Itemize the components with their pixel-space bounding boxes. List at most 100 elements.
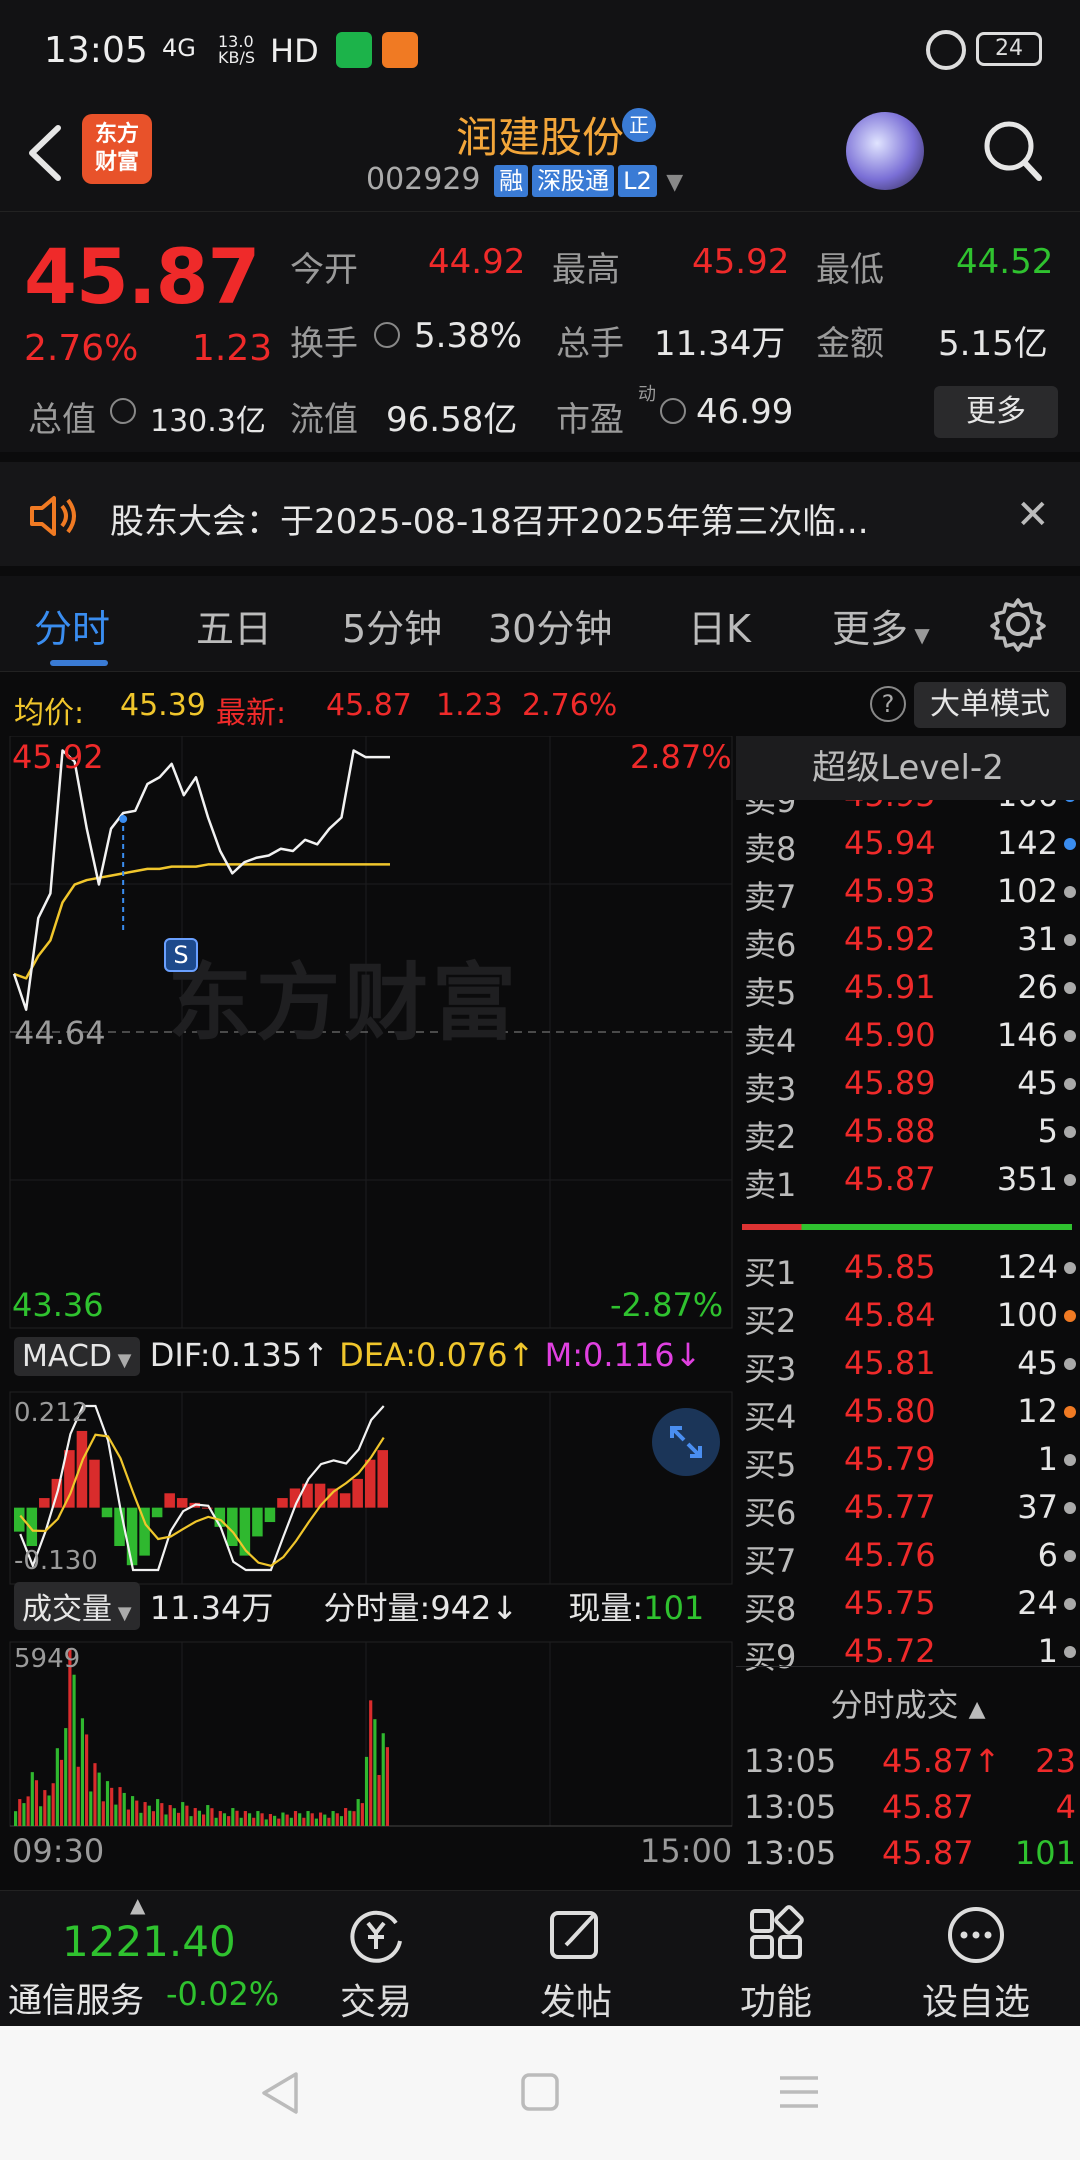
nav-menu-icon[interactable]	[778, 2074, 820, 2110]
order-dot-icon	[1064, 1550, 1076, 1562]
ask-row[interactable]: 卖5 45.91 26	[736, 962, 1080, 1012]
volume-bar	[281, 1812, 285, 1826]
info-icon[interactable]	[374, 322, 400, 348]
ask-row[interactable]: 卖945.95166	[736, 800, 1080, 820]
macd-selector[interactable]: MACD ▼	[14, 1337, 140, 1376]
ask-price: 45.94	[844, 824, 936, 862]
connect-tag: 深股通	[532, 165, 615, 197]
volume-selector[interactable]: 成交量 ▼	[14, 1582, 140, 1630]
volume-bar	[185, 1805, 189, 1826]
ask-row[interactable]: 卖2 45.88 5	[736, 1106, 1080, 1156]
trade-row: 13:05 45.87 4	[736, 1782, 1080, 1830]
bid-row[interactable]: 买8 45.75 24	[736, 1578, 1080, 1628]
tab-30min[interactable]: 30分钟	[488, 598, 612, 653]
ask-row[interactable]: 卖8 45.94 142	[736, 818, 1080, 868]
dif-value: DIF:0.135	[149, 1336, 303, 1374]
nav-function-label: 功能	[739, 1982, 812, 2023]
volume-bar	[360, 1803, 364, 1826]
level2-title[interactable]: 超级Level-2	[736, 736, 1080, 800]
ask-volume: 5	[1037, 1112, 1058, 1150]
info-icon[interactable]	[660, 398, 686, 424]
stock-code-row[interactable]: 002929 融深股通 L2 ▼	[366, 162, 683, 197]
index-value: 1221.40	[62, 1917, 236, 1966]
chart-area[interactable]: 45.92 2.87% 44.64 43.36 -2.87% 东方财富 S MA…	[0, 735, 734, 1884]
big-order-mode-button[interactable]: 大单模式	[914, 682, 1066, 728]
close-icon[interactable]: ✕	[1016, 492, 1050, 538]
order-dot-icon	[1064, 1174, 1076, 1186]
bid-price: 45.85	[844, 1248, 936, 1286]
notice-text: 股东大会：于2025-08-18召开2025年第三次临...	[110, 502, 869, 542]
ask-row[interactable]: 卖7 45.93 102	[736, 866, 1080, 916]
order-dot-icon	[1064, 1030, 1076, 1042]
bid-row[interactable]: 买2 45.84 100	[736, 1290, 1080, 1340]
volume-bar	[43, 1790, 47, 1826]
app-notify-icon	[382, 32, 418, 68]
ask-price: 45.93	[844, 872, 936, 910]
volume-bar	[14, 1811, 18, 1826]
info-icon[interactable]	[110, 398, 136, 424]
bid-row[interactable]: 买3 45.81 45	[736, 1338, 1080, 1388]
volume-total: 11.34万	[149, 1589, 274, 1627]
volume-bar	[126, 1809, 130, 1826]
volume-bar	[34, 1780, 39, 1826]
notice-bar[interactable]: 股东大会：于2025-08-18召开2025年第三次临... ✕	[0, 462, 1080, 566]
price-max-label: 45.92	[12, 738, 104, 776]
bid-row[interactable]: 买1 45.85 124	[736, 1242, 1080, 1292]
tab-five-day[interactable]: 五日	[196, 598, 272, 653]
ask-row[interactable]: 卖6 45.92 31	[736, 914, 1080, 964]
volume-bar	[110, 1787, 114, 1826]
gear-icon[interactable]	[990, 596, 1046, 652]
volume-bar	[277, 1818, 281, 1826]
bid-row[interactable]: 买6 45.77 37	[736, 1482, 1080, 1532]
m-value: M:0.116	[544, 1336, 675, 1374]
macd-bar	[339, 1493, 351, 1508]
now-volume-label: 现量:	[568, 1589, 644, 1627]
volume-bar	[22, 1803, 26, 1826]
bid-row[interactable]: 买4 45.80 12	[736, 1386, 1080, 1436]
bid-label: 买5	[744, 1446, 797, 1484]
bid-row[interactable]: 买5 45.79 1	[736, 1434, 1080, 1484]
open-label: 今开	[290, 250, 358, 290]
volume-bar	[68, 1648, 72, 1826]
volume-bar	[264, 1819, 268, 1826]
help-icon[interactable]: ?	[870, 686, 906, 722]
industry-index[interactable]: ▲ 1221.40 通信服务 -0.02%	[0, 1891, 284, 2027]
ask-row[interactable]: 卖1 45.87 351	[736, 1154, 1080, 1204]
pct-max-label: 2.87%	[630, 738, 732, 776]
nav-post[interactable]: 发帖	[476, 1891, 676, 2027]
ask-row[interactable]: 卖4 45.90 146	[736, 1010, 1080, 1060]
tab-more[interactable]: 更多 ▼	[832, 598, 930, 653]
nav-home-icon[interactable]	[520, 2072, 560, 2112]
volume-bar	[72, 1674, 76, 1826]
volume-bar	[306, 1811, 310, 1826]
nav-trade[interactable]: 交易	[276, 1891, 476, 2027]
nav-back-icon[interactable]	[258, 2070, 302, 2116]
volume-bar	[231, 1808, 235, 1826]
more-quote-button[interactable]: 更多	[934, 386, 1058, 438]
bid-volume: 1	[1037, 1440, 1058, 1478]
prev-close-label: 44.64	[14, 1014, 106, 1052]
speaker-icon	[30, 496, 76, 536]
expand-button[interactable]	[652, 1408, 720, 1476]
volume-bar	[101, 1801, 105, 1826]
last-value: 45.87	[326, 688, 412, 723]
time-end: 15:00	[640, 1832, 733, 1870]
trade-list: 13:05 45.87↑ 23 13:05 45.87 4 13:05 45.87 101	[736, 1736, 1080, 1884]
volume-bar	[252, 1817, 256, 1826]
signal-marker[interactable]: S	[164, 938, 198, 972]
tab-5min[interactable]: 5分钟	[342, 598, 442, 653]
bid-row[interactable]: 买7 45.76 6	[736, 1530, 1080, 1580]
tab-daily-k[interactable]: 日K	[688, 598, 751, 653]
ask-row[interactable]: 卖3 45.89 45	[736, 1058, 1080, 1108]
expand-icon	[670, 1426, 702, 1458]
ask-volume: 142	[996, 824, 1058, 862]
bid-label: 买1	[744, 1254, 797, 1292]
search-icon[interactable]	[982, 116, 1042, 186]
robot-avatar[interactable]	[846, 112, 924, 190]
nav-function[interactable]: 功能	[676, 1891, 876, 2027]
nav-add-watchlist[interactable]: 设自选	[876, 1891, 1076, 2027]
trades-title[interactable]: 分时成交 ▲	[736, 1680, 1080, 1726]
order-dot-icon	[1064, 1646, 1076, 1658]
tab-intraday[interactable]: 分时	[34, 598, 110, 653]
trade-price: 45.87↑	[882, 1742, 1001, 1780]
